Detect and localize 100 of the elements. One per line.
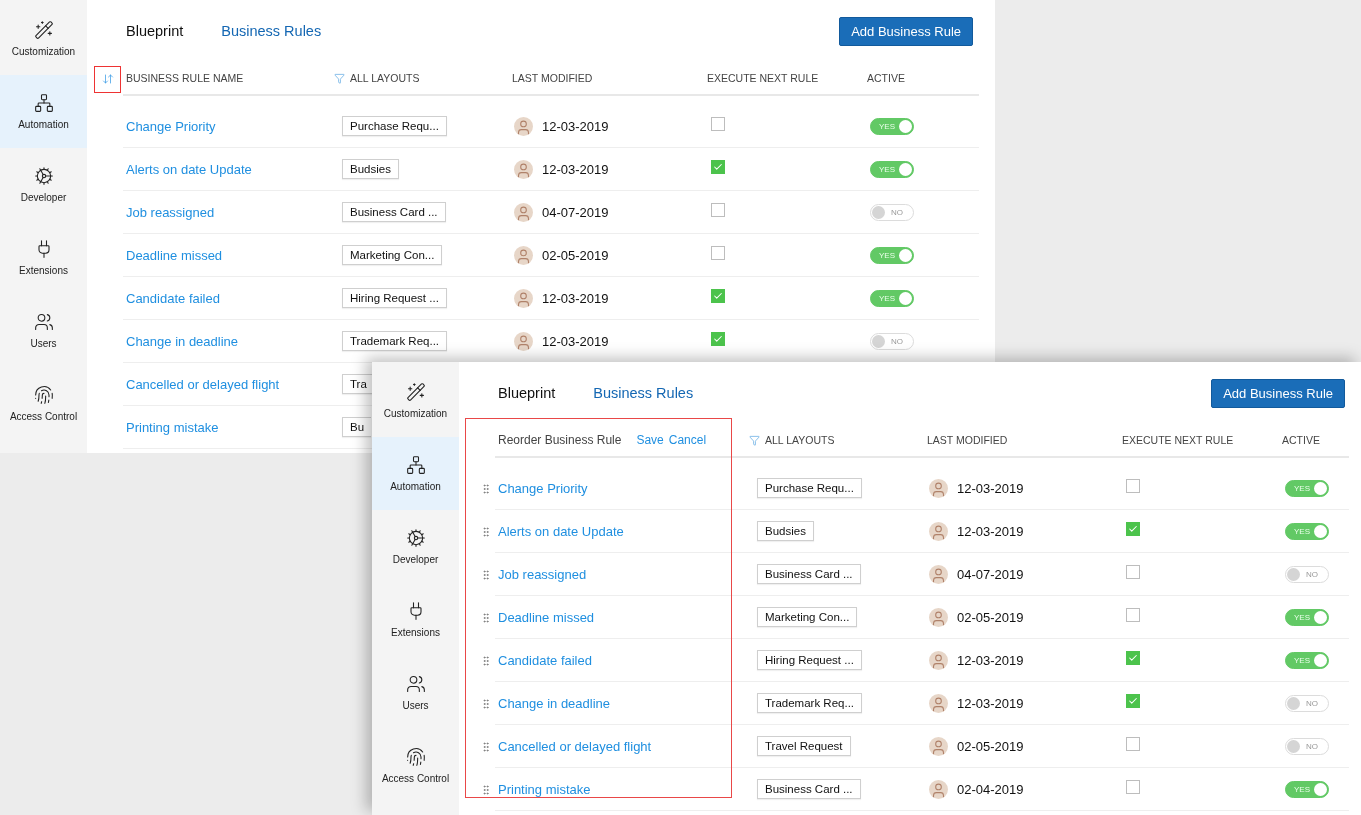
rule-name-link[interactable]: Candidate failed	[498, 652, 592, 668]
checkbox[interactable]	[1126, 693, 1140, 708]
sidebar-item[interactable]: Customization	[372, 364, 459, 437]
wand-icon	[33, 20, 54, 40]
save-link[interactable]: Save	[636, 433, 664, 447]
sidebar-item[interactable]: Users	[0, 294, 87, 367]
checkbox[interactable]	[1126, 478, 1140, 493]
filter-icon[interactable]	[749, 434, 760, 446]
reorder-icon	[101, 73, 114, 85]
wand-icon	[405, 382, 426, 402]
users-icon	[33, 312, 54, 332]
rule-name-link[interactable]: Alerts on date Update	[126, 161, 252, 177]
toggle-switch[interactable]: YES	[1285, 780, 1329, 798]
drag-handle-icon[interactable]	[480, 568, 492, 581]
modified-date: 12-03-2019	[542, 333, 609, 349]
rule-name-link[interactable]: Job reassigned	[126, 204, 215, 220]
drag-handle-icon[interactable]	[480, 482, 492, 495]
rule-name-link[interactable]: Change Priority	[126, 118, 216, 134]
rule-name-link[interactable]: Deadline missed	[498, 609, 595, 625]
modified-date: 12-03-2019	[542, 118, 609, 134]
sidebar-label: Automation	[390, 481, 441, 492]
modified-date: 12-03-2019	[957, 480, 1024, 496]
toggle-switch[interactable]: YES	[1285, 651, 1329, 669]
checkbox[interactable]	[1126, 564, 1140, 579]
checkbox[interactable]	[1126, 736, 1140, 751]
rule-name-link[interactable]: Cancelled or delayed flight	[126, 376, 280, 392]
toggle-switch[interactable]: NO	[1285, 694, 1329, 712]
toggle-switch[interactable]: YES	[870, 289, 914, 307]
layout-tag: Business Card ...	[757, 564, 861, 584]
sidebar-item[interactable]: Extensions	[372, 583, 459, 656]
tab[interactable]: Business Rules	[593, 385, 694, 401]
checkbox[interactable]	[1126, 607, 1140, 622]
toggle-switch[interactable]: YES	[1285, 608, 1329, 626]
toggle-switch[interactable]: YES	[1285, 522, 1329, 540]
add-rule-button[interactable]: Add Business Rule	[839, 16, 973, 46]
rule-name-link[interactable]: Printing mistake	[498, 781, 591, 797]
avatar-icon	[929, 478, 948, 498]
sidebar-item[interactable]: Automation	[0, 75, 87, 148]
rule-name-link[interactable]: Candidate failed	[126, 290, 220, 306]
sidebar-item[interactable]: Access Control	[0, 367, 87, 440]
sidebar-item[interactable]: Developer	[372, 510, 459, 583]
reorder-button[interactable]	[94, 65, 121, 93]
column-header: ACTIVE	[1282, 434, 1320, 446]
cancel-link[interactable]: Cancel	[668, 433, 707, 447]
checkbox[interactable]	[711, 202, 725, 217]
sidebar-item[interactable]: Users	[372, 656, 459, 729]
toggle-switch[interactable]: NO	[870, 203, 914, 221]
rule-name-link[interactable]: Change in deadline	[498, 695, 611, 711]
sidebar-item[interactable]: Developer	[0, 148, 87, 221]
toggle-switch[interactable]: NO	[1285, 737, 1329, 755]
checkbox[interactable]	[711, 245, 725, 260]
avatar-icon	[929, 521, 948, 541]
drag-handle-icon[interactable]	[480, 525, 492, 538]
checkbox[interactable]	[1126, 779, 1140, 794]
users-icon	[405, 674, 426, 694]
sidebar-item[interactable]: Extensions	[0, 221, 87, 294]
layout-tag: Purchase Requ...	[342, 116, 447, 136]
rule-name-link[interactable]: Change Priority	[498, 480, 588, 496]
modified-date: 12-03-2019	[542, 161, 609, 177]
toggle-switch[interactable]: NO	[870, 332, 914, 350]
sidebar-item[interactable]: Access Control	[372, 729, 459, 802]
avatar-icon	[514, 159, 533, 179]
sidebar-item[interactable]: Automation	[372, 437, 459, 510]
fingerprint-icon	[33, 385, 54, 405]
avatar-icon	[514, 288, 533, 308]
rule-name-link[interactable]: Cancelled or delayed flight	[498, 738, 652, 754]
toggle-switch[interactable]: YES	[870, 160, 914, 178]
layout-tag: Budsies	[342, 159, 399, 179]
add-rule-button[interactable]: Add Business Rule	[1211, 378, 1345, 408]
checkbox[interactable]	[711, 288, 725, 303]
rule-name-link[interactable]: Job reassigned	[498, 566, 587, 582]
drag-handle-icon[interactable]	[480, 783, 492, 796]
modified-date: 12-03-2019	[957, 652, 1024, 668]
checkbox[interactable]	[711, 331, 725, 346]
drag-handle-icon[interactable]	[480, 697, 492, 710]
rule-name-link[interactable]: Change in deadline	[126, 333, 239, 349]
layout-tag: Business Card ...	[757, 779, 861, 799]
rule-name-link[interactable]: Printing mistake	[126, 419, 219, 435]
toggle-switch[interactable]: YES	[870, 117, 914, 135]
layout-tag: Hiring Request ...	[342, 288, 447, 308]
tab[interactable]: Blueprint	[126, 23, 184, 39]
sidebar-item[interactable]: Customization	[0, 2, 87, 75]
tab[interactable]: Business Rules	[221, 23, 322, 39]
avatar-icon	[514, 331, 533, 351]
toggle-switch[interactable]: YES	[1285, 479, 1329, 497]
checkbox[interactable]	[711, 159, 725, 174]
drag-handle-icon[interactable]	[480, 611, 492, 624]
rule-name-link[interactable]: Alerts on date Update	[498, 523, 624, 539]
drag-handle-icon[interactable]	[480, 654, 492, 667]
toggle-switch[interactable]: NO	[1285, 565, 1329, 583]
drag-handle-icon[interactable]	[480, 740, 492, 753]
modified-date: 02-04-2019	[957, 781, 1024, 797]
rule-name-link[interactable]: Deadline missed	[126, 247, 223, 263]
checkbox[interactable]	[1126, 521, 1140, 536]
toggle-switch[interactable]: YES	[870, 246, 914, 264]
checkbox[interactable]	[711, 116, 725, 131]
avatar-icon	[929, 736, 948, 756]
tab[interactable]: Blueprint	[498, 385, 556, 401]
checkbox[interactable]	[1126, 650, 1140, 665]
filter-icon[interactable]	[334, 72, 345, 84]
